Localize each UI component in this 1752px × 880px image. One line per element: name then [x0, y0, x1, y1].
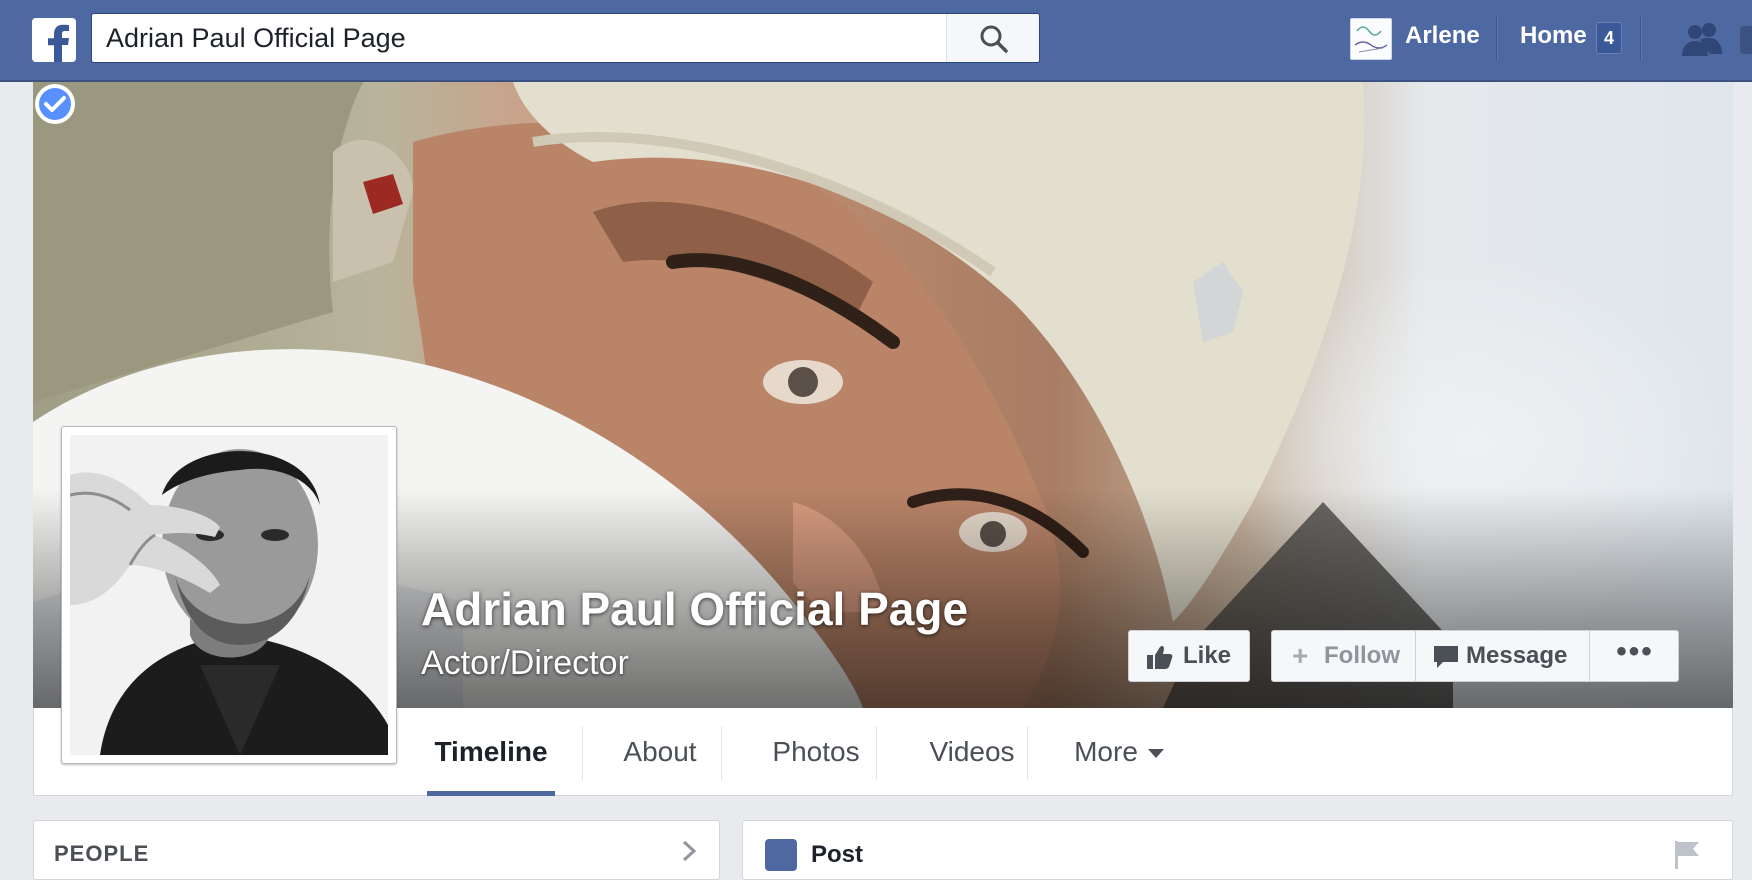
message-button[interactable]: Message [1415, 630, 1590, 682]
more-options-button[interactable]: ••• [1589, 630, 1679, 682]
flag-icon[interactable] [1673, 839, 1701, 869]
follow-button[interactable]: + Follow [1271, 630, 1416, 682]
tab-divider [721, 726, 722, 780]
post-tab-label[interactable]: Post [811, 841, 863, 869]
follow-label: Follow [1324, 642, 1400, 669]
tab-about[interactable]: About [600, 708, 720, 796]
search-box [91, 13, 1040, 63]
tab-divider [582, 726, 583, 780]
tab-divider [876, 726, 877, 780]
search-icon [980, 25, 1008, 53]
user-avatar[interactable] [1350, 18, 1392, 60]
user-name-link[interactable]: Arlene [1405, 22, 1480, 50]
profile-picture[interactable] [61, 426, 397, 764]
tab-videos[interactable]: Videos [908, 708, 1036, 796]
like-button[interactable]: Like [1128, 630, 1250, 682]
thumbs-up-icon [1147, 645, 1173, 669]
chevron-right-icon[interactable] [679, 839, 699, 863]
people-panel-title: PEOPLE [54, 841, 150, 866]
page-category: Actor/Director [421, 644, 629, 682]
pencil-icon [765, 839, 797, 871]
search-input[interactable] [92, 14, 942, 62]
tab-more[interactable]: More [1054, 708, 1184, 796]
message-icon [1434, 646, 1458, 668]
messages-icon[interactable] [1740, 26, 1752, 54]
tab-divider [1027, 726, 1028, 780]
tab-timeline[interactable]: Timeline [427, 708, 555, 796]
message-label: Message [1466, 642, 1568, 669]
more-options-icon: ••• [1616, 635, 1654, 668]
post-composer-panel[interactable]: Post [742, 820, 1733, 880]
divider [1496, 16, 1498, 60]
home-count-badge: 4 [1596, 22, 1622, 54]
profile-photo-image [70, 435, 388, 755]
tab-more-label: More [1074, 736, 1138, 767]
search-button[interactable] [946, 14, 1039, 62]
plus-icon: + [1292, 640, 1309, 671]
like-label: Like [1183, 642, 1232, 669]
divider [1640, 16, 1642, 60]
chevron-down-icon [1147, 749, 1164, 759]
home-link[interactable]: Home [1520, 22, 1587, 50]
tab-photos[interactable]: Photos [749, 708, 883, 796]
top-navigation-bar: Arlene Home 4 [0, 0, 1752, 82]
people-panel: PEOPLE [33, 820, 720, 880]
verified-badge-icon [35, 84, 75, 124]
friend-requests-icon[interactable] [1678, 20, 1726, 60]
page-title[interactable]: Adrian Paul Official Page [421, 582, 968, 636]
facebook-logo-icon[interactable] [32, 18, 76, 62]
